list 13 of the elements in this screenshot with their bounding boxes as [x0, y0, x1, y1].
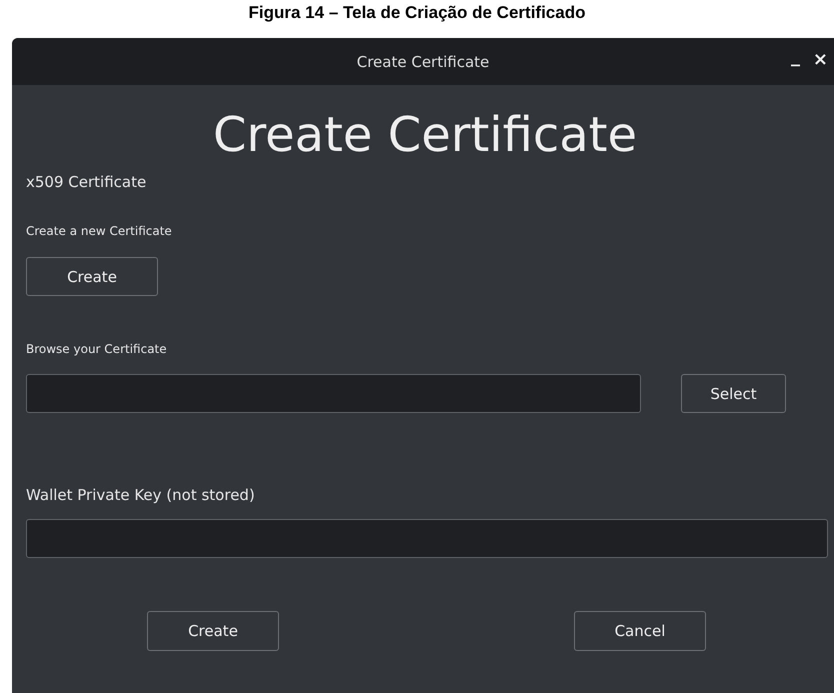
section-title: x509 Certificate — [26, 173, 146, 191]
minimize-button[interactable]: _ — [787, 46, 804, 67]
field-label: Wallet Private Key (not stored) — [26, 486, 255, 504]
cancel-button[interactable]: Cancel — [574, 611, 706, 651]
dialog-heading: Create Certificate — [212, 106, 638, 165]
create-button[interactable]: Create — [147, 611, 279, 651]
select-button[interactable]: Select — [681, 374, 786, 413]
window-title: Create Certificate — [356, 52, 490, 70]
field-label: Create a new Certificate — [26, 224, 172, 238]
figure-caption: Figura 14 – Tela de Criação de Certificado — [248, 3, 586, 23]
field-label: Browse your Certificate — [26, 342, 167, 356]
create-button[interactable]: Create — [26, 257, 158, 296]
close-button[interactable]: × — [808, 49, 832, 70]
